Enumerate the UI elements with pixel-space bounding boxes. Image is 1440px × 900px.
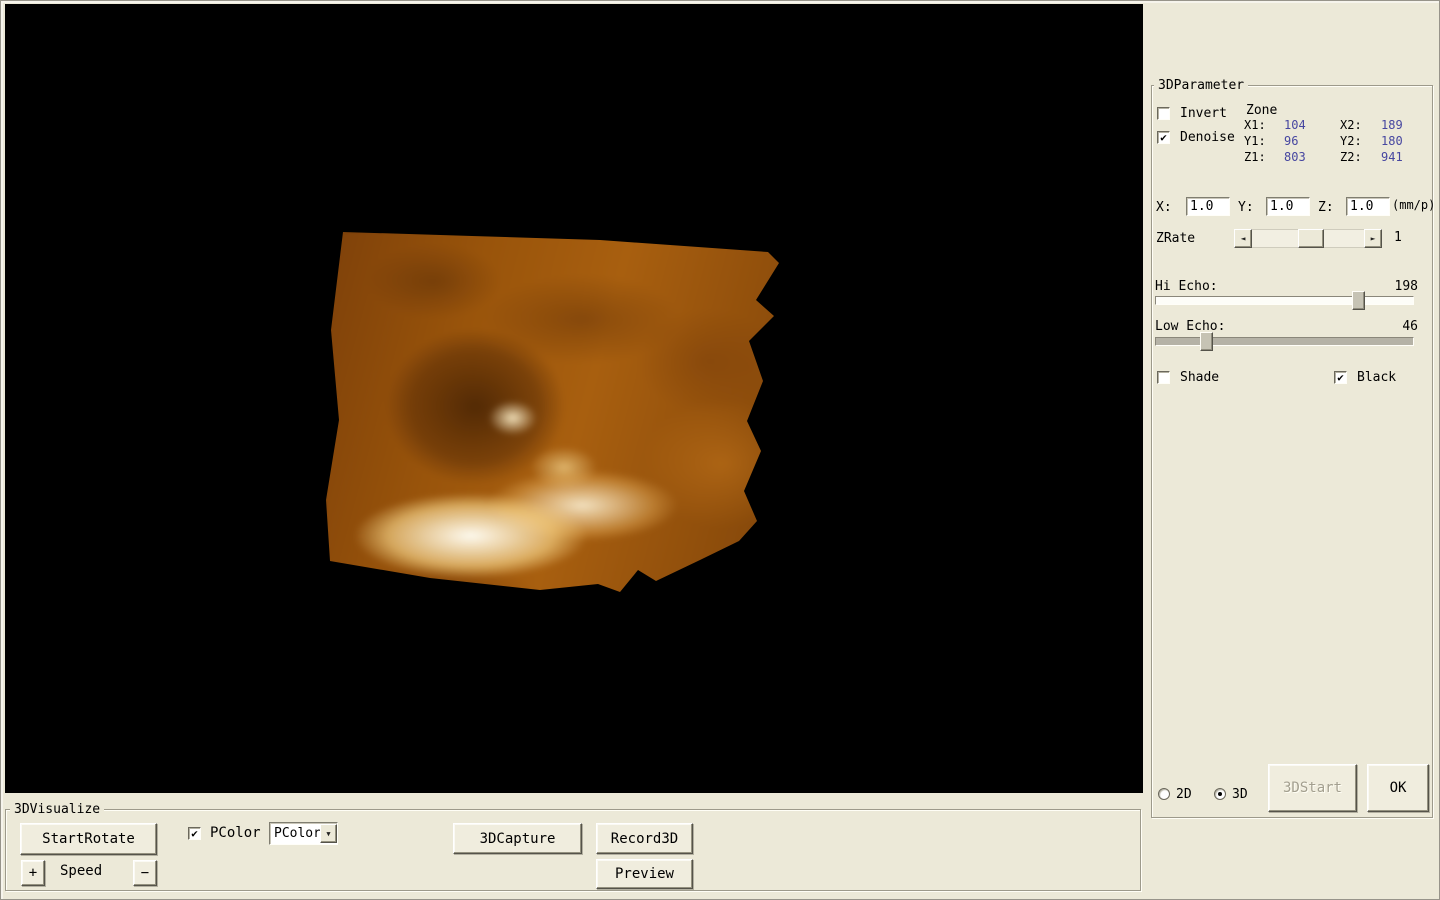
zone-x1-label: X1: <box>1244 118 1266 132</box>
shade-checkbox[interactable] <box>1157 371 1170 384</box>
parameter-groupbox <box>1151 85 1433 818</box>
zone-y2-label: Y2: <box>1340 134 1362 148</box>
black-label: Black <box>1357 370 1397 385</box>
denoise-label: Denoise <box>1180 130 1235 145</box>
app-window: 3DParameter Invert ✔ Denoise Zone X1: 10… <box>0 0 1440 900</box>
speed-plus-button[interactable]: + <box>21 860 45 886</box>
pcolor-checkbox[interactable]: ✔ <box>188 827 201 840</box>
zone-y1-value: 96 <box>1284 134 1299 148</box>
check-icon: ✔ <box>1337 371 1344 384</box>
zrate-thumb[interactable] <box>1298 229 1324 248</box>
zone-z2-label: Z2: <box>1340 150 1362 164</box>
zone-y1-label: Y1: <box>1244 134 1266 148</box>
start-rotate-button[interactable]: StartRotate <box>20 823 157 855</box>
hi-echo-slider-thumb[interactable] <box>1352 291 1365 310</box>
chevron-down-icon: ▼ <box>326 829 331 838</box>
scale-z-input[interactable] <box>1346 197 1390 216</box>
scale-x-label: X: <box>1156 200 1172 215</box>
scale-x-input[interactable] <box>1186 197 1230 216</box>
hi-echo-slider-track[interactable] <box>1155 296 1414 305</box>
low-echo-label: Low Echo: <box>1155 319 1226 334</box>
zrate-label: ZRate <box>1156 231 1196 246</box>
mode-2d-radio[interactable] <box>1158 788 1170 800</box>
check-icon: ✔ <box>1160 131 1167 144</box>
arrow-left-icon: ◄ <box>1240 234 1246 243</box>
speed-label: Speed <box>60 863 103 879</box>
scale-y-label: Y: <box>1238 200 1254 215</box>
visualize-group-title: 3DVisualize <box>10 802 105 817</box>
zrate-right-arrow-icon[interactable]: ► <box>1364 229 1382 248</box>
zrate-scrollbar[interactable]: ◄ ► <box>1234 229 1382 248</box>
hi-echo-label: Hi Echo: <box>1155 279 1218 294</box>
render-viewport[interactable] <box>5 4 1143 793</box>
volume-render-3d[interactable] <box>326 232 779 592</box>
preview-button[interactable]: Preview <box>596 859 693 889</box>
scale-y-input[interactable] <box>1266 197 1310 216</box>
zone-x1-value: 104 <box>1284 118 1306 132</box>
mode-3d-radio[interactable] <box>1214 788 1226 800</box>
hi-echo-value: 198 <box>1394 279 1418 294</box>
parameter-group-title: 3DParameter <box>1154 78 1249 93</box>
capture3d-button[interactable]: 3DCapture <box>453 823 582 854</box>
arrow-right-icon: ► <box>1370 234 1376 243</box>
denoise-checkbox[interactable]: ✔ <box>1157 131 1170 144</box>
record3d-button[interactable]: Record3D <box>596 823 693 854</box>
zone-z1-value: 803 <box>1284 150 1306 164</box>
low-echo-value: 46 <box>1402 319 1418 334</box>
invert-checkbox[interactable] <box>1157 107 1170 120</box>
zrate-left-arrow-icon[interactable]: ◄ <box>1234 229 1252 248</box>
scale-z-label: Z: <box>1318 200 1334 215</box>
pcolor-label: PColor <box>210 825 261 841</box>
start3d-button[interactable]: 3DStart <box>1268 764 1357 812</box>
zone-y2-value: 180 <box>1381 134 1403 148</box>
scale-unit-label: (mm/p) <box>1392 198 1436 212</box>
mode-3d-label: 3D <box>1232 787 1248 802</box>
zone-z2-value: 941 <box>1381 150 1403 164</box>
pcolor-combo-value: PColor <box>274 826 321 841</box>
zone-x2-label: X2: <box>1340 118 1362 132</box>
zone-title: Zone <box>1246 103 1278 118</box>
zone-z1-label: Z1: <box>1244 150 1266 164</box>
zrate-value: 1 <box>1394 230 1402 245</box>
pcolor-combo-dropdown-button[interactable]: ▼ <box>320 824 337 843</box>
speed-minus-button[interactable]: − <box>133 860 157 886</box>
low-echo-slider-track[interactable] <box>1155 337 1414 346</box>
shade-label: Shade <box>1180 370 1220 385</box>
mode-2d-label: 2D <box>1176 787 1192 802</box>
black-checkbox[interactable]: ✔ <box>1334 371 1347 384</box>
low-echo-slider-thumb[interactable] <box>1200 332 1213 351</box>
invert-label: Invert <box>1180 106 1227 121</box>
ok-button[interactable]: OK <box>1367 764 1429 812</box>
zone-x2-value: 189 <box>1381 118 1403 132</box>
check-icon: ✔ <box>191 827 198 840</box>
